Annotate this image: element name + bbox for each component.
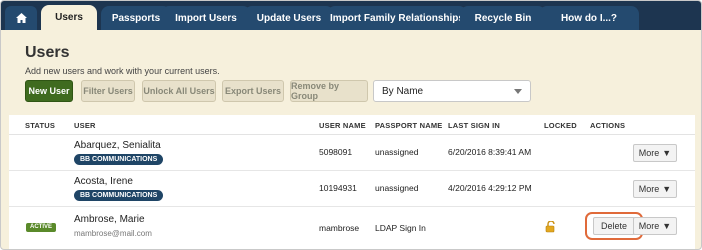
more-button-label: More bbox=[638, 221, 660, 231]
tab-recycle-bin[interactable]: Recycle Bin bbox=[460, 6, 546, 30]
table-header: STATUS USER USER NAME PASSPORT NAME LAST… bbox=[9, 115, 695, 135]
group-tag: BB COMMUNICATIONS bbox=[74, 190, 164, 201]
unlock-all-users-button[interactable]: Unlock All Users bbox=[142, 80, 216, 102]
tab-update-users[interactable]: Update Users bbox=[244, 6, 334, 30]
last-sign-in-cell: 6/20/2016 8:39:41 AM bbox=[448, 147, 532, 157]
username-cell: 5098091 bbox=[319, 147, 353, 157]
user-email: mambrose@mail.com bbox=[74, 229, 152, 238]
caret-down-icon: ▼ bbox=[662, 221, 672, 231]
group-tag: BB COMMUNICATIONS bbox=[74, 154, 164, 165]
delete-button[interactable]: Delete bbox=[593, 217, 635, 235]
chevron-down-icon bbox=[514, 89, 522, 94]
header-status: STATUS bbox=[25, 121, 56, 130]
remove-by-group-button[interactable]: Remove by Group bbox=[290, 80, 368, 102]
header-locked: LOCKED bbox=[544, 121, 577, 130]
header-user-name: USER NAME bbox=[319, 121, 366, 130]
tab-users[interactable]: Users bbox=[41, 5, 97, 30]
table-row: ACTIVE Ambrose, Marie mambrose@mail.com … bbox=[9, 207, 695, 247]
more-button[interactable]: More ▼ bbox=[633, 144, 677, 162]
passport-cell: unassigned bbox=[375, 183, 419, 193]
page-title: Users bbox=[25, 44, 70, 61]
tab-import-family-relationships[interactable]: Import Family Relationships bbox=[327, 6, 467, 30]
users-table: STATUS USER USER NAME PASSPORT NAME LAST… bbox=[9, 115, 695, 249]
username-cell: mambrose bbox=[319, 223, 360, 233]
tab-home[interactable] bbox=[5, 6, 37, 30]
unlock-icon[interactable] bbox=[545, 220, 557, 238]
more-button-label: More bbox=[638, 148, 660, 158]
sort-select-value: By Name bbox=[382, 85, 424, 97]
passport-cell: unassigned bbox=[375, 147, 419, 157]
export-users-button[interactable]: Export Users bbox=[222, 80, 284, 102]
user-name: Acosta, Irene bbox=[74, 176, 133, 187]
sort-select[interactable]: By Name bbox=[373, 80, 531, 102]
user-name: Ambrose, Marie bbox=[74, 214, 145, 225]
page-subtitle: Add new users and work with your current… bbox=[25, 66, 220, 76]
home-icon bbox=[15, 13, 27, 23]
table-row: Abarquez, Senialita BB COMMUNICATIONS 50… bbox=[9, 135, 695, 171]
caret-down-icon: ▼ bbox=[662, 184, 672, 194]
tab-how-do-i[interactable]: How do I...? bbox=[539, 6, 639, 30]
username-cell: 10194931 bbox=[319, 183, 357, 193]
header-last-sign-in: LAST SIGN IN bbox=[448, 121, 500, 130]
new-user-button[interactable]: New User bbox=[25, 80, 73, 102]
more-button[interactable]: More ▼ bbox=[633, 217, 677, 235]
caret-down-icon: ▼ bbox=[662, 148, 672, 158]
tab-bar: Users Passports Import Users Update User… bbox=[1, 1, 701, 30]
passport-cell: LDAP Sign In bbox=[375, 223, 426, 233]
more-button[interactable]: More ▼ bbox=[633, 180, 677, 198]
tab-import-users[interactable]: Import Users bbox=[161, 6, 251, 30]
header-user: USER bbox=[74, 121, 96, 130]
more-button-label: More bbox=[638, 184, 660, 194]
last-sign-in-cell: 4/20/2016 4:29:12 PM bbox=[448, 183, 532, 193]
user-name: Abarquez, Senialita bbox=[74, 140, 161, 151]
header-passport-name: PASSPORT NAME bbox=[375, 121, 443, 130]
page-header: Users Add new users and work with your c… bbox=[1, 30, 701, 115]
status-badge: ACTIVE bbox=[26, 223, 56, 232]
filter-users-button[interactable]: Filter Users bbox=[81, 80, 135, 102]
header-actions: ACTIONS bbox=[590, 121, 626, 130]
app-window: Users Passports Import Users Update User… bbox=[0, 0, 702, 250]
table-row: Acosta, Irene BB COMMUNICATIONS 10194931… bbox=[9, 171, 695, 207]
